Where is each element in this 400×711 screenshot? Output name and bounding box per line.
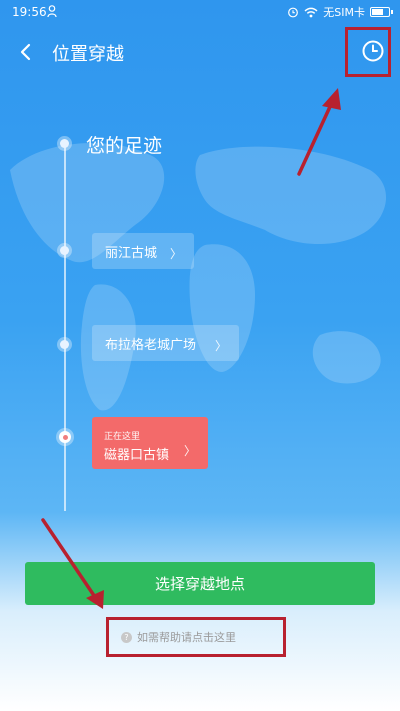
world-map-background bbox=[10, 143, 387, 411]
alarm-icon bbox=[288, 7, 299, 18]
current-location-dot bbox=[59, 431, 71, 443]
timeline-dot bbox=[60, 340, 69, 349]
place-name: 布拉格老城广场 bbox=[105, 337, 197, 353]
footprint-heading: 您的足迹 bbox=[86, 135, 163, 157]
page-title: 位置穿越 bbox=[52, 44, 124, 65]
timeline-dot bbox=[60, 246, 69, 255]
status-bar: 19:56 无SIM卡 bbox=[0, 0, 400, 24]
annotation-box-help bbox=[106, 617, 286, 657]
status-time: 19:56 bbox=[12, 5, 47, 19]
choose-location-button[interactable]: 选择穿越地点 bbox=[25, 562, 375, 605]
chevron-right-icon: 〉 bbox=[214, 339, 227, 353]
chevron-right-icon: 〉 bbox=[183, 444, 196, 458]
annotation-box-history bbox=[345, 27, 391, 77]
battery-icon bbox=[370, 7, 393, 17]
place-item-lijiang[interactable]: 丽江古城 〉 bbox=[92, 233, 194, 269]
carrier-text: 无SIM卡 bbox=[323, 6, 365, 19]
current-location-card[interactable]: 正在这里 磁器口古镇 〉 bbox=[92, 417, 208, 469]
place-item-prague[interactable]: 布拉格老城广场 〉 bbox=[92, 325, 239, 361]
current-place-name: 磁器口古镇 bbox=[104, 448, 170, 463]
wifi-icon bbox=[304, 7, 318, 17]
chevron-right-icon: 〉 bbox=[169, 247, 182, 261]
current-label: 正在这里 bbox=[104, 432, 141, 442]
timeline-dot bbox=[60, 139, 69, 148]
back-icon[interactable] bbox=[14, 40, 38, 64]
place-name: 丽江古城 bbox=[105, 245, 158, 261]
person-icon bbox=[47, 5, 57, 17]
timeline-line bbox=[64, 143, 66, 511]
